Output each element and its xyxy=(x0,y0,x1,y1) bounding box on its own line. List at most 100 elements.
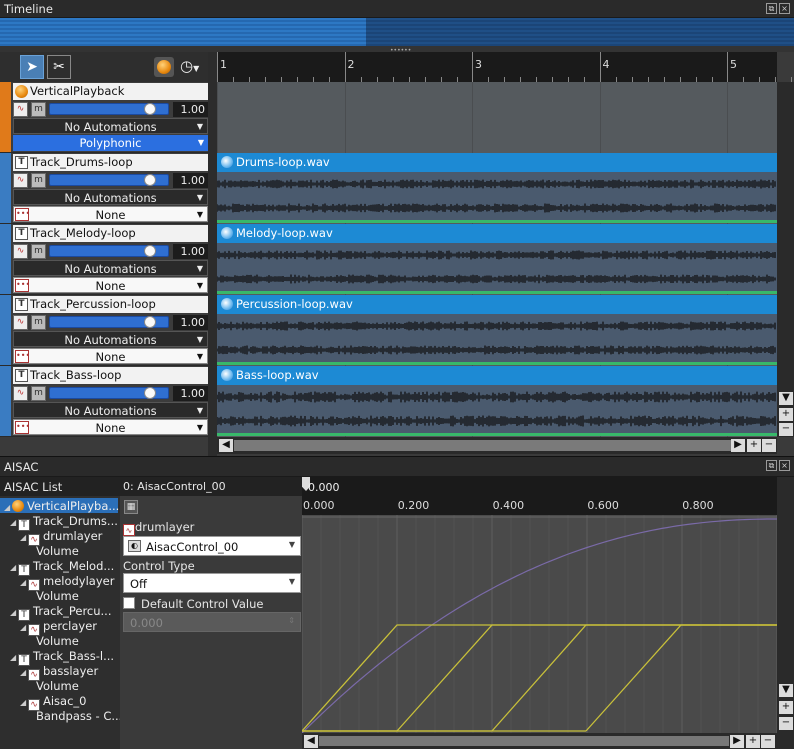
h-zoom-out-icon[interactable]: − xyxy=(761,735,775,748)
grid-icon[interactable]: ▦ xyxy=(124,500,138,514)
scroll-left-icon[interactable]: ◀ xyxy=(219,439,233,452)
expand-arrow-icon[interactable]: ◢ xyxy=(20,668,28,677)
mute-icon[interactable]: m xyxy=(31,386,46,401)
volume-slider[interactable] xyxy=(49,316,169,328)
track-header[interactable]: VerticalPlayback xyxy=(13,83,208,100)
mode-select[interactable]: ••• None ▼ xyxy=(13,277,208,293)
timeline-horizontal-scrollbar[interactable]: ◀ ▶ + − xyxy=(217,437,777,454)
timeline-vertical-scrollbar[interactable]: ▼ + − xyxy=(777,82,794,437)
track-header[interactable]: T Track_Melody-loop xyxy=(13,225,208,242)
default-checkbox[interactable] xyxy=(123,597,135,609)
close-icon[interactable]: × xyxy=(779,460,790,471)
clock-icon[interactable]: ◷▼ xyxy=(180,57,199,75)
aisac-vertical-scrollbar[interactable]: ▼ + − xyxy=(777,477,794,749)
h-zoom-in-icon[interactable]: + xyxy=(747,439,761,452)
track-header[interactable]: T Track_Drums-loop xyxy=(13,154,208,171)
overview-view-range[interactable] xyxy=(0,18,366,46)
mode-select[interactable]: Polyphonic ▼ xyxy=(13,135,208,151)
mode-select[interactable]: ••• None ▼ xyxy=(13,348,208,364)
aisac-icon[interactable]: ∿ xyxy=(13,173,28,188)
aisac-icon[interactable]: ∿ xyxy=(13,244,28,259)
vertical-separator[interactable] xyxy=(208,52,217,456)
automation-select[interactable]: No Automations ▼ xyxy=(13,331,208,347)
aisac-curve-canvas[interactable] xyxy=(302,515,777,733)
clip-header[interactable]: Drums-loop.wav xyxy=(217,153,777,172)
automation-select[interactable]: No Automations ▼ xyxy=(13,118,208,134)
track-header[interactable]: T Track_Bass-loop xyxy=(13,367,208,384)
expand-arrow-icon[interactable]: ◢ xyxy=(20,698,28,707)
expand-arrow-icon[interactable]: ◢ xyxy=(10,653,18,662)
clip-lane[interactable]: Melody-loop.wav xyxy=(217,224,777,294)
volume-curve[interactable] xyxy=(302,518,777,733)
expand-arrow-icon[interactable]: ◢ xyxy=(10,518,18,527)
zoom-in-icon[interactable]: + xyxy=(779,701,793,714)
track-1[interactable]: T Track_Drums-loop ∿ m 1.00 No Automations ▼ ••… xyxy=(0,153,214,223)
expand-arrow-icon[interactable]: ◢ xyxy=(10,563,18,572)
aisac-tree-item[interactable]: Volume xyxy=(36,544,79,558)
aisac-icon[interactable]: ∿ xyxy=(13,386,28,401)
scroll-down-icon[interactable]: ▼ xyxy=(779,392,793,405)
control-select[interactable]: ◐ AisacControl_00 ▼ xyxy=(123,536,301,556)
volume-slider[interactable] xyxy=(49,103,169,115)
scissors-tool-icon[interactable]: ✂ xyxy=(47,55,71,79)
expand-arrow-icon[interactable]: ◢ xyxy=(4,503,12,512)
expand-arrow-icon[interactable]: ◢ xyxy=(10,608,18,617)
volume-value[interactable]: 1.00 xyxy=(173,102,208,117)
layer-curve[interactable] xyxy=(491,624,777,732)
volume-slider[interactable] xyxy=(49,387,169,399)
aisac-tree-item[interactable]: Volume xyxy=(36,589,79,603)
volume-knob[interactable] xyxy=(144,174,157,186)
volume-slider[interactable] xyxy=(49,245,169,257)
volume-knob[interactable] xyxy=(144,245,157,257)
track-4[interactable]: T Track_Bass-loop ∿ m 1.00 No Automations ▼ •••… xyxy=(0,366,214,436)
zoom-out-icon[interactable]: − xyxy=(779,717,793,730)
aisac-icon[interactable]: ∿ xyxy=(13,102,28,117)
record-button[interactable] xyxy=(154,57,174,77)
float-icon[interactable]: ⧉ xyxy=(766,3,777,14)
aisac-tree-item[interactable]: Bandpass - C... xyxy=(36,709,122,723)
scroll-right-icon[interactable]: ▶ xyxy=(731,439,745,452)
clip-lane[interactable]: Drums-loop.wav xyxy=(217,153,777,223)
aisac-horizontal-scrollbar[interactable]: ◀ ▶ + − xyxy=(302,733,777,749)
volume-value[interactable]: 1.00 xyxy=(173,386,208,401)
mute-icon[interactable]: m xyxy=(31,244,46,259)
aisac-tree-item[interactable]: Volume xyxy=(36,634,79,648)
control-type-select[interactable]: Off ▼ xyxy=(123,573,301,593)
clip-header[interactable]: Bass-loop.wav xyxy=(217,366,777,385)
clip-lane[interactable]: Percussion-loop.wav xyxy=(217,295,777,365)
mute-icon[interactable]: m xyxy=(31,102,46,117)
volume-value[interactable]: 1.00 xyxy=(173,244,208,259)
timeline-ruler[interactable]: 1 2 3 4 5 xyxy=(217,52,792,82)
float-icon[interactable]: ⧉ xyxy=(766,460,777,471)
track-0[interactable]: VerticalPlayback ∿ m 1.00 No Automations ▼ Pol… xyxy=(0,82,214,152)
aisac-tree-item[interactable]: ◢ VerticalPlayba... xyxy=(4,499,119,513)
scroll-thumb[interactable] xyxy=(234,440,744,451)
close-icon[interactable]: × xyxy=(779,3,790,14)
expand-arrow-icon[interactable]: ◢ xyxy=(20,578,28,587)
pointer-tool-icon[interactable]: ➤ xyxy=(20,55,44,79)
aisac-ruler[interactable]: 0.000 0.000 0.200 0.400 0.600 0.800 xyxy=(302,477,777,515)
scroll-left-icon[interactable]: ◀ xyxy=(304,735,318,748)
aisac-graph[interactable] xyxy=(302,515,777,733)
mode-select[interactable]: ••• None ▼ xyxy=(13,206,208,222)
h-zoom-in-icon[interactable]: + xyxy=(746,735,760,748)
automation-select[interactable]: No Automations ▼ xyxy=(13,402,208,418)
track-3[interactable]: T Track_Percussion-loop ∿ m 1.00 No Automatio… xyxy=(0,295,214,365)
expand-arrow-icon[interactable]: ◢ xyxy=(20,623,28,632)
mode-select[interactable]: ••• None ▼ xyxy=(13,419,208,435)
clip-header[interactable]: Percussion-loop.wav xyxy=(217,295,777,314)
zoom-in-icon[interactable]: + xyxy=(779,408,793,421)
volume-knob[interactable] xyxy=(144,387,157,399)
mute-icon[interactable]: m xyxy=(31,315,46,330)
aisac-tree-item[interactable]: Volume xyxy=(36,679,79,693)
track-header[interactable]: T Track_Percussion-loop xyxy=(13,296,208,313)
scroll-right-icon[interactable]: ▶ xyxy=(730,735,744,748)
clip-lane[interactable]: Bass-loop.wav xyxy=(217,366,777,436)
scroll-down-icon[interactable]: ▼ xyxy=(779,684,793,697)
track-2[interactable]: T Track_Melody-loop ∿ m 1.00 No Automations ▼ •… xyxy=(0,224,214,294)
volume-value[interactable]: 1.00 xyxy=(173,173,208,188)
timeline-overview[interactable] xyxy=(0,18,794,46)
volume-knob[interactable] xyxy=(144,316,157,328)
mute-icon[interactable]: m xyxy=(31,173,46,188)
scroll-thumb[interactable] xyxy=(319,736,729,746)
